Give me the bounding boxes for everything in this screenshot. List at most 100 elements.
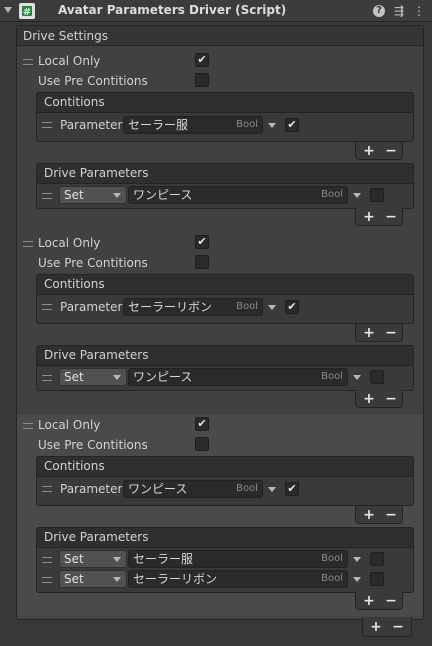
condition-value-checkbox[interactable]: ✔ (285, 482, 299, 496)
parameter-label: Parameter (60, 300, 123, 314)
drive-settings-list: Drive Settings Local Only ✔ Use Pre Cont… (16, 25, 424, 620)
conditions-header: Contitions (36, 456, 414, 477)
mode-dropdown[interactable]: Set (59, 550, 127, 568)
parameter-type: Bool (321, 553, 343, 564)
parameter-value: セーラー服 (133, 552, 194, 566)
parameter-type: Bool (236, 483, 258, 494)
chevron-down-icon[interactable] (353, 193, 361, 198)
drive-value-checkbox[interactable] (370, 188, 384, 202)
mode-dropdown[interactable]: Set (59, 368, 127, 386)
foldout-arrow-icon[interactable] (4, 7, 12, 13)
remove-button[interactable]: − (382, 208, 400, 226)
component-title: Avatar Parameters Driver (Script) (58, 3, 287, 17)
use-pre-conditions-checkbox[interactable] (195, 437, 209, 451)
component-header: # Avatar Parameters Driver (Script) ? ⇶ … (0, 0, 432, 22)
local-only-checkbox[interactable]: ✔ (195, 417, 209, 431)
parameter-field[interactable]: セーラー服 Bool (123, 116, 263, 134)
add-button[interactable]: + (360, 390, 378, 408)
mode-value: Set (64, 572, 84, 586)
use-pre-conditions-checkbox[interactable] (195, 73, 209, 87)
parameter-field[interactable]: セーラー服 Bool (128, 550, 348, 568)
drive-parameters-add-remove: + − (355, 592, 403, 610)
parameter-field[interactable]: ワンピース Bool (128, 368, 348, 386)
chevron-down-icon[interactable] (268, 123, 276, 128)
drag-handle[interactable] (42, 193, 52, 199)
drag-handle[interactable] (23, 241, 33, 247)
add-button[interactable]: + (360, 208, 378, 226)
parameter-field[interactable]: セーラーリボン Bool (128, 570, 348, 588)
chevron-down-icon[interactable] (353, 557, 361, 562)
conditions-list: Contitions Parameter ワンピース Bool ✔ (36, 456, 414, 506)
drag-handle[interactable] (42, 486, 52, 492)
presets-icon[interactable]: ⇶ (392, 4, 406, 18)
remove-button[interactable]: − (382, 390, 400, 408)
parameter-field[interactable]: ワンピース Bool (128, 186, 348, 204)
local-only-label: Local Only (38, 54, 101, 68)
script-icon[interactable]: # (19, 3, 35, 19)
drive-parameters-header: Drive Parameters (36, 163, 414, 184)
chevron-down-icon[interactable] (268, 305, 276, 310)
mode-dropdown[interactable]: Set (59, 570, 127, 588)
local-only-checkbox[interactable]: ✔ (195, 235, 209, 249)
parameter-label: Parameter (60, 482, 123, 496)
drive-parameters-add-remove: + − (355, 390, 403, 408)
remove-button[interactable]: − (382, 592, 400, 610)
conditions-add-remove: + − (355, 324, 403, 342)
remove-button[interactable]: − (382, 324, 400, 342)
use-pre-conditions-checkbox[interactable] (195, 255, 209, 269)
parameter-type: Bool (321, 371, 343, 382)
parameter-value: セーラーリボン (128, 300, 213, 314)
drive-parameters-list: Drive Parameters Set ワンピース Bool (36, 345, 414, 391)
parameter-value: セーラー服 (128, 118, 189, 132)
chevron-down-icon[interactable] (353, 375, 361, 380)
drag-handle[interactable] (23, 423, 33, 429)
parameter-value: ワンピース (128, 482, 188, 496)
chevron-down-icon[interactable] (268, 487, 276, 492)
conditions-add-remove: + − (355, 506, 403, 524)
add-button[interactable]: + (360, 506, 378, 524)
drive-settings-header: Drive Settings (17, 26, 423, 46)
parameter-field[interactable]: セーラーリボン Bool (123, 298, 263, 316)
drive-settings-add-remove: + − (362, 617, 412, 637)
drag-handle[interactable] (42, 304, 52, 310)
drag-handle[interactable] (23, 59, 33, 65)
add-button[interactable]: + (367, 617, 385, 637)
chevron-down-icon[interactable] (353, 577, 361, 582)
drive-value-checkbox[interactable] (370, 552, 384, 566)
drive-parameters-list: Drive Parameters Set セーラー服 Bool Set セーラー… (36, 527, 414, 593)
parameter-type: Bool (321, 573, 343, 584)
drive-parameters-header: Drive Parameters (36, 345, 414, 366)
use-pre-conditions-label: Use Pre Contitions (38, 74, 148, 88)
help-icon[interactable]: ? (373, 5, 385, 17)
remove-button[interactable]: − (382, 506, 400, 524)
parameter-type: Bool (236, 301, 258, 312)
condition-value-checkbox[interactable]: ✔ (285, 300, 299, 314)
add-button[interactable]: + (360, 142, 378, 160)
remove-button[interactable]: − (382, 142, 400, 160)
drag-handle[interactable] (42, 557, 52, 563)
use-pre-conditions-label: Use Pre Contitions (38, 438, 148, 452)
add-button[interactable]: + (360, 324, 378, 342)
chevron-down-icon (113, 557, 121, 562)
remove-button[interactable]: − (389, 617, 407, 637)
drag-handle[interactable] (42, 375, 52, 381)
more-options-icon[interactable]: ⋮ (412, 4, 426, 18)
local-only-label: Local Only (38, 418, 101, 432)
chevron-down-icon (113, 375, 121, 380)
parameter-value: ワンピース (133, 370, 193, 384)
parameter-type: Bool (321, 189, 343, 200)
local-only-checkbox[interactable]: ✔ (195, 53, 209, 67)
mode-dropdown[interactable]: Set (59, 186, 127, 204)
add-button[interactable]: + (360, 592, 378, 610)
condition-value-checkbox[interactable]: ✔ (285, 118, 299, 132)
parameter-type: Bool (236, 119, 258, 130)
mode-value: Set (64, 188, 84, 202)
drive-value-checkbox[interactable] (370, 572, 384, 586)
conditions-add-remove: + − (355, 142, 403, 160)
parameter-field[interactable]: ワンピース Bool (123, 480, 263, 498)
drive-value-checkbox[interactable] (370, 370, 384, 384)
drag-handle[interactable] (42, 122, 52, 128)
parameter-value: セーラーリボン (133, 572, 218, 586)
conditions-header: Contitions (36, 274, 414, 295)
drag-handle[interactable] (42, 577, 52, 583)
